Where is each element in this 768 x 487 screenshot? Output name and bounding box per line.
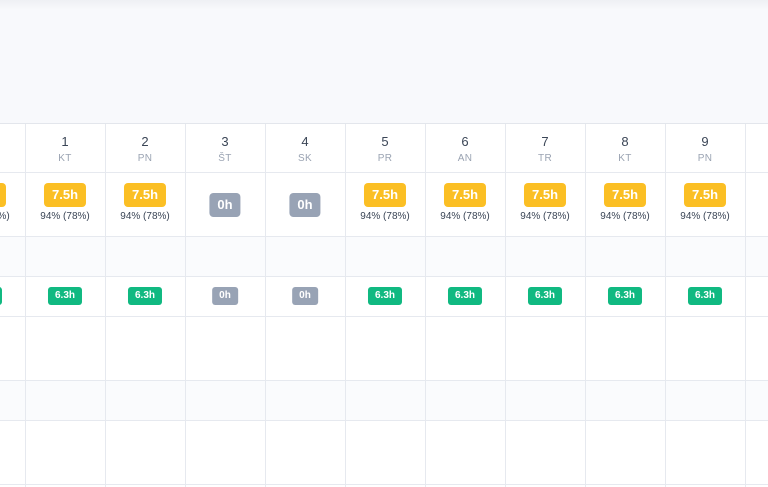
hours-cell[interactable]: 7.5h 94% (78%) [425, 172, 505, 236]
hours-cell[interactable]: 0h [265, 172, 345, 236]
utilization-text: 94% (78%) [440, 211, 490, 222]
hours-badge[interactable]: 7.5h [443, 183, 487, 207]
planned-cell[interactable]: 6.3h [425, 276, 505, 316]
hours-cell[interactable]: 7.5h 94% (78%) [105, 172, 185, 236]
hours-cell[interactable] [745, 172, 768, 236]
weekday-label: AN [457, 153, 473, 164]
planned-cell[interactable]: 0h [185, 276, 265, 316]
toolbar-shadow [0, 0, 768, 10]
planned-cell[interactable]: 6.3h [105, 276, 185, 316]
planned-hours-badge[interactable]: 6.3h [127, 287, 163, 305]
day-number: 8 [621, 134, 629, 149]
hours-badge[interactable]: 7.5h [123, 183, 167, 207]
day-number: 6 [461, 134, 469, 149]
weekday-label: PN [137, 153, 153, 164]
day-header[interactable] [0, 124, 25, 172]
planned-cell[interactable] [745, 276, 768, 316]
weekday-label: SK [298, 153, 312, 164]
weekday-label: PN [697, 153, 713, 164]
day-header[interactable]: 6 AN [425, 124, 505, 172]
hours-cell[interactable]: 7.5h 94% (78%) [0, 172, 25, 236]
planned-hours-badge[interactable]: 6.3h [447, 287, 483, 305]
day-header[interactable]: 9 PN [665, 124, 745, 172]
utilization-text: 94% (78%) [680, 211, 730, 222]
hours-badge[interactable]: 0h [209, 193, 241, 217]
day-header[interactable]: 4 SK [265, 124, 345, 172]
day-header[interactable]: 7 TR [505, 124, 585, 172]
day-header[interactable]: 8 KT [585, 124, 665, 172]
utilization-text: 94% (78%) [40, 211, 90, 222]
day-header[interactable]: 5 PR [345, 124, 425, 172]
hours-cell[interactable]: 7.5h 94% (78%) [345, 172, 425, 236]
planned-cell[interactable]: 6.3h [505, 276, 585, 316]
day-number: 9 [701, 134, 709, 149]
utilization-text: 94% (78%) [600, 211, 650, 222]
planned-cell[interactable]: 0h [265, 276, 345, 316]
day-header[interactable]: 2 PN [105, 124, 185, 172]
hours-cell[interactable]: 7.5h 94% (78%) [665, 172, 745, 236]
utilization-text: 94% (78%) [360, 211, 410, 222]
planned-hours-badge[interactable]: 6.3h [367, 287, 403, 305]
planned-hours-badge[interactable]: 0h [292, 287, 318, 305]
utilization-text: 94% (78%) [0, 211, 10, 222]
planned-cell[interactable]: 6.3h [25, 276, 105, 316]
hours-badge[interactable]: 7.5h [603, 183, 647, 207]
weekday-label: TR [538, 153, 552, 164]
planned-cell[interactable]: 6.3h [585, 276, 665, 316]
day-number: 3 [221, 134, 229, 149]
hours-cell[interactable]: 7.5h 94% (78%) [505, 172, 585, 236]
day-number: 7 [541, 134, 549, 149]
hours-cell[interactable]: 7.5h 94% (78%) [25, 172, 105, 236]
hours-badge[interactable]: 7.5h [43, 183, 87, 207]
utilization-text: 94% (78%) [120, 211, 170, 222]
weekday-label: KT [618, 153, 632, 164]
day-number: 5 [381, 134, 389, 149]
weekday-label: KT [58, 153, 72, 164]
hours-cell[interactable]: 7.5h 94% (78%) [585, 172, 665, 236]
hours-badge[interactable]: 7.5h [363, 183, 407, 207]
utilization-text: 94% (78%) [520, 211, 570, 222]
day-number: 1 [61, 134, 69, 149]
hours-badge[interactable]: 7.5h [0, 183, 7, 207]
planned-hours-badge[interactable]: 6.3h [47, 287, 83, 305]
hours-cell[interactable]: 0h [185, 172, 265, 236]
hours-badge[interactable]: 7.5h [683, 183, 727, 207]
day-header[interactable]: 3 ŠT [185, 124, 265, 172]
day-header[interactable] [745, 124, 768, 172]
weekday-label: ŠT [218, 153, 232, 164]
day-number: 2 [141, 134, 149, 149]
planned-cell[interactable]: 6.3h [0, 276, 25, 316]
planned-hours-badge[interactable]: 6.3h [607, 287, 643, 305]
day-header[interactable]: 1 KT [25, 124, 105, 172]
hours-badge[interactable]: 0h [289, 193, 321, 217]
planned-hours-badge[interactable]: 6.3h [0, 287, 3, 305]
planned-hours-badge[interactable]: 0h [212, 287, 238, 305]
top-toolbar-area [0, 0, 768, 123]
planned-cell[interactable]: 6.3h [665, 276, 745, 316]
calendar-grid: 7.5h 94% (78%) 6.3h 1 KT 7.5h 94% (78%) 6.3h 2 PN… [0, 123, 768, 487]
hours-badge[interactable]: 7.5h [523, 183, 567, 207]
planned-cell[interactable]: 6.3h [345, 276, 425, 316]
planned-hours-badge[interactable]: 6.3h [687, 287, 723, 305]
planned-hours-badge[interactable]: 6.3h [527, 287, 563, 305]
day-number: 4 [301, 134, 309, 149]
weekday-label: PR [377, 153, 393, 164]
